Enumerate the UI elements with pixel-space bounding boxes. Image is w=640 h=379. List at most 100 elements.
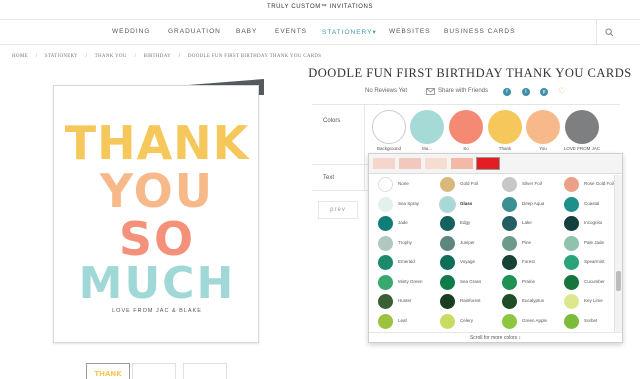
color-option[interactable]: Incognito	[557, 215, 617, 233]
share-with-friends-link[interactable]: Share with Friends	[438, 88, 488, 94]
breadcrumb-home[interactable]: HOME	[12, 54, 28, 59]
color-option[interactable]: Glass	[433, 195, 493, 214]
recent-color-chip[interactable]	[425, 158, 447, 169]
color-option[interactable]: Lake	[495, 215, 555, 233]
search-icon[interactable]	[605, 28, 614, 37]
twitter-icon[interactable]: t	[522, 88, 530, 96]
color-option[interactable]: Minty Green	[371, 274, 431, 292]
prev-button[interactable]: prev	[318, 201, 358, 219]
color-option[interactable]: Sea Grass	[433, 274, 493, 292]
product-title: DOODLE FUN FIRST BIRTHDAY THANK YOU CARD…	[308, 66, 632, 80]
nav-item-events[interactable]: EVENTS	[275, 28, 307, 35]
nav-item-graduation[interactable]: GRADUATION	[168, 28, 221, 35]
color-option[interactable]: Rose Gold Foil	[557, 176, 617, 194]
color-option-dot	[378, 313, 393, 329]
color-option-label: Trophy	[398, 239, 412, 245]
color-option-dot	[502, 235, 517, 251]
color-swatch-3[interactable]	[488, 110, 522, 144]
nav-item-stationery[interactable]: STATIONERY▾	[322, 28, 377, 36]
card-line-so: SO	[118, 212, 196, 266]
color-option-dot	[378, 294, 393, 309]
color-option[interactable]: Cucumber	[557, 274, 617, 292]
recent-color-chip[interactable]	[476, 157, 500, 170]
recent-color-chip[interactable]	[373, 158, 395, 169]
breadcrumb-stationery[interactable]: STATIONERY	[45, 54, 78, 59]
card-line-you: YOU	[99, 164, 215, 218]
recent-color-chip[interactable]	[399, 158, 421, 169]
nav-item-wedding[interactable]: WEDDING	[112, 28, 150, 35]
color-option-label: Voyage	[460, 259, 476, 264]
color-option[interactable]: Leaf	[371, 313, 431, 331]
color-option[interactable]: Forest	[495, 254, 555, 272]
nav-divider	[596, 20, 597, 46]
nav-item-stationery-label: STATIONERY	[322, 29, 373, 36]
options-divider	[364, 104, 365, 190]
recent-colors-strip	[369, 154, 622, 174]
color-option[interactable]: Deep Aqua	[495, 196, 555, 214]
color-swatch-5[interactable]	[565, 110, 599, 144]
color-option-dot	[440, 196, 455, 212]
color-option-label: Rose Gold Foil	[584, 181, 614, 186]
color-option-dot	[378, 274, 393, 290]
breadcrumb-thank-you[interactable]: THANK YOU	[95, 54, 127, 59]
color-option[interactable]: Silver Foil	[495, 176, 555, 194]
color-option[interactable]: Voyage	[433, 254, 493, 272]
color-option[interactable]: Prairie	[495, 274, 555, 292]
color-option[interactable]: Trophy	[371, 235, 431, 253]
recent-color-chip[interactable]	[451, 158, 473, 169]
color-option[interactable]: Emerald	[371, 254, 431, 272]
breadcrumb-separator: /	[134, 54, 137, 59]
color-option[interactable]: Pine	[495, 235, 555, 253]
color-option[interactable]: Rainforest	[433, 293, 493, 311]
color-option[interactable]: Gold Foil	[433, 176, 493, 194]
color-option[interactable]: Celery	[433, 313, 493, 331]
nav-item-baby[interactable]: BABY	[236, 28, 257, 35]
reviews-link[interactable]: No Reviews Yet	[365, 88, 407, 94]
pinterest-icon[interactable]: p	[540, 88, 548, 96]
color-option[interactable]: Spearmint	[557, 254, 617, 272]
color-option-label: Glass	[460, 200, 473, 206]
nav-item-websites[interactable]: WEBSITES	[389, 28, 431, 35]
color-option[interactable]: Sorbet	[557, 313, 617, 331]
thumbnail-inside[interactable]	[132, 363, 176, 379]
card-signoff: LOVE FROM JAC & BLAKE	[112, 308, 202, 314]
color-option-label: Hunter	[398, 298, 412, 303]
color-option-dot	[378, 255, 393, 270]
scrollbar-thumb[interactable]	[616, 271, 621, 291]
breadcrumb-birthday[interactable]: BIRTHDAY	[144, 54, 171, 59]
color-option[interactable]: Key Lime	[557, 293, 617, 311]
color-option[interactable]: Eucalyptus	[495, 293, 555, 311]
color-swatch-1[interactable]	[410, 110, 444, 144]
color-option-label: Green Apple	[522, 317, 548, 323]
color-option-label: Eucalyptus	[522, 298, 545, 303]
color-option[interactable]: Green Apple	[495, 313, 555, 331]
color-option[interactable]: Sea Spray	[371, 196, 431, 214]
color-option-label: Deep Aqua	[522, 200, 545, 206]
heart-icon[interactable]: ♡	[558, 86, 566, 97]
color-swatch-2[interactable]	[449, 110, 483, 144]
scrollbar[interactable]	[614, 175, 622, 332]
thumbnail-front[interactable]: THANK	[86, 363, 130, 379]
facebook-icon[interactable]: f	[503, 88, 511, 96]
color-option-dot	[564, 196, 579, 212]
color-option[interactable]: Hunter	[371, 293, 431, 311]
color-swatch-0[interactable]	[372, 110, 406, 144]
scroll-more-hint: Scroll for more colors ↕	[369, 332, 622, 343]
color-swatch-label: So	[463, 146, 469, 151]
nav-item-business-cards[interactable]: BUSINESS CARDS	[444, 28, 515, 35]
card-preview: THANK YOU SO MUCH LOVE FROM JAC & BLAKE	[53, 85, 259, 343]
color-option-dot	[440, 177, 455, 192]
color-option-dot	[440, 235, 455, 251]
color-option-dot	[440, 313, 455, 329]
chevron-down-icon: ▾	[372, 29, 377, 36]
color-option-dot	[502, 216, 517, 231]
thumbnail-back[interactable]	[183, 363, 227, 379]
color-option[interactable]: Coastal	[557, 196, 617, 214]
color-option[interactable]: Pale Jade	[557, 235, 617, 253]
color-option[interactable]: Edgy	[433, 215, 493, 233]
color-option[interactable]: None	[371, 176, 431, 194]
color-option[interactable]: Juniper	[433, 235, 493, 253]
color-option-dot	[502, 196, 517, 212]
color-swatch-4[interactable]	[526, 110, 560, 144]
color-option[interactable]: Jade	[371, 215, 431, 233]
